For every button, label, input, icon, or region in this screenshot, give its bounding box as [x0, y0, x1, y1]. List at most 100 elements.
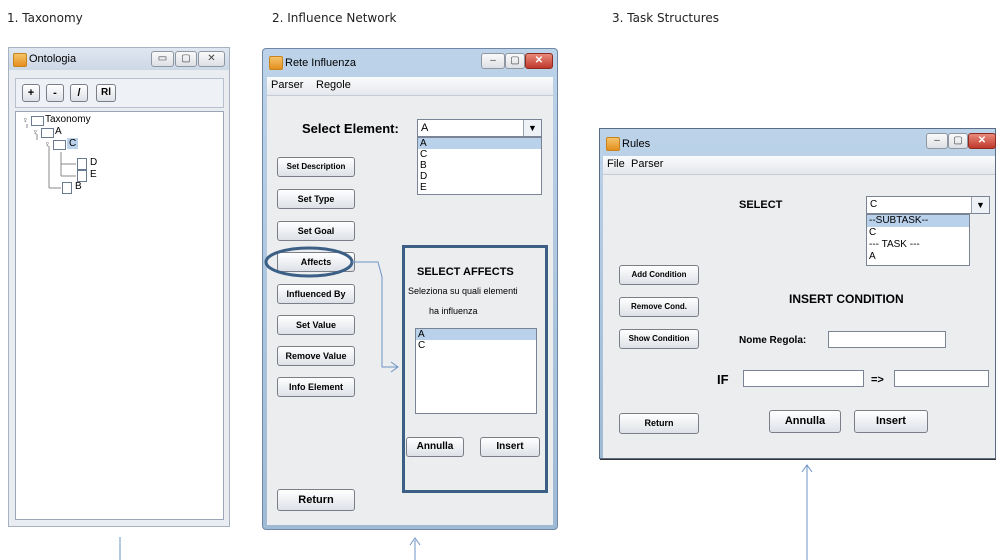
file-icon	[62, 182, 72, 194]
task-dropdown-list[interactable]: --SUBTASK-- C --- TASK --- A	[866, 214, 970, 266]
close-button[interactable]: ✕	[525, 53, 553, 69]
list-item[interactable]: --SUBTASK--	[867, 215, 969, 227]
java-icon	[13, 53, 27, 67]
list-item[interactable]: B	[418, 160, 541, 171]
menu-bar: Parser Regole	[267, 77, 553, 96]
ontologia-window: Ontologia ▭ ▢ ✕ + - / Rl ♀ Taxonomy ♀ A …	[8, 47, 230, 527]
expand-icon[interactable]: ♀	[22, 115, 29, 125]
menu-regole[interactable]: Regole	[316, 79, 351, 91]
list-item[interactable]: D	[418, 171, 541, 182]
nome-regola-input[interactable]	[828, 331, 946, 348]
caption-influence-network: 2. Influence Network	[272, 11, 397, 25]
arrow-head-icon	[801, 464, 813, 473]
list-item[interactable]: A	[416, 329, 536, 340]
dropdown-arrow-icon[interactable]: ▼	[971, 197, 989, 213]
file-icon	[77, 158, 87, 170]
expand-icon[interactable]: ♀	[44, 139, 51, 149]
java-icon	[269, 56, 283, 70]
rules-titlebar[interactable]: Rules – ▢ ✕	[600, 129, 996, 155]
if-condition-input[interactable]	[743, 370, 864, 387]
select-element-label: Select Element:	[302, 121, 399, 136]
maximize-button[interactable]: ▢	[948, 133, 968, 149]
annulla-button[interactable]: Annulla	[406, 437, 464, 457]
rename-node-button[interactable]: /	[70, 84, 88, 102]
set-goal-button[interactable]: Set Goal	[277, 221, 355, 241]
annulla-button[interactable]: Annulla	[769, 410, 841, 433]
return-button[interactable]: Return	[277, 489, 355, 511]
maximize-button[interactable]: ▢	[505, 53, 525, 69]
caption-taxonomy: 1. Taxonomy	[7, 11, 83, 25]
nome-regola-label: Nome Regola:	[739, 335, 807, 346]
show-condition-button[interactable]: Show Condition	[619, 329, 699, 349]
select-value: A	[421, 122, 429, 134]
add-condition-button[interactable]: Add Condition	[619, 265, 699, 285]
affects-list[interactable]: A C	[415, 328, 537, 414]
ontologia-titlebar[interactable]: Ontologia ▭ ▢ ✕	[9, 48, 229, 70]
select-value: C	[870, 199, 878, 210]
tree-node-b[interactable]: B	[75, 181, 82, 192]
list-item[interactable]: C	[418, 149, 541, 160]
element-select[interactable]: A ▼	[417, 119, 542, 137]
then-arrow-label: =>	[871, 374, 884, 386]
set-description-button[interactable]: Set Description	[277, 157, 355, 177]
minimize-button[interactable]: ▭	[151, 51, 174, 67]
set-value-button[interactable]: Set Value	[277, 315, 355, 335]
add-node-button[interactable]: +	[22, 84, 40, 102]
list-item[interactable]: C	[416, 340, 536, 351]
list-item[interactable]: A	[867, 251, 969, 263]
window-title: Rete Influenza	[285, 57, 356, 69]
remove-node-button[interactable]: -	[46, 84, 64, 102]
arrow-head-icon	[409, 537, 421, 546]
task-select[interactable]: C ▼	[866, 196, 990, 214]
tree-node-c[interactable]: C	[67, 138, 79, 149]
ontologia-toolbar: + - / Rl	[15, 78, 224, 108]
menu-parser[interactable]: Parser	[631, 158, 663, 170]
taxonomy-tree: ♀ Taxonomy ♀ A ♀ C D E B	[15, 111, 224, 520]
insert-button[interactable]: Insert	[854, 410, 928, 433]
then-action-input[interactable]	[894, 370, 989, 387]
close-button[interactable]: ✕	[968, 133, 996, 149]
list-item[interactable]: A	[418, 138, 541, 149]
tree-node-a[interactable]: A	[55, 126, 62, 137]
window-title: Rules	[622, 138, 651, 150]
select-affects-panel: SELECT AFFECTS Seleziona su quali elemen…	[402, 245, 548, 493]
menu-parser[interactable]: Parser	[271, 79, 303, 91]
rules-content: File Parser SELECT C ▼ --SUBTASK-- C ---…	[603, 156, 995, 458]
list-item[interactable]: C	[867, 227, 969, 239]
insert-condition-title: INSERT CONDITION	[789, 292, 904, 306]
menu-file[interactable]: File	[607, 158, 625, 170]
list-item[interactable]: E	[418, 182, 541, 193]
java-icon	[606, 137, 620, 151]
folder-icon	[31, 116, 44, 126]
expand-icon[interactable]: ♀	[32, 127, 39, 137]
maximize-button[interactable]: ▢	[175, 51, 197, 67]
if-label: IF	[717, 372, 729, 387]
window-title: Ontologia	[29, 53, 77, 65]
select-affects-text-1: Seleziona su quali elementi	[408, 286, 518, 296]
influenced-by-button[interactable]: Influenced By	[277, 284, 355, 304]
rules-window: Rules – ▢ ✕ File Parser SELECT C ▼ --SUB…	[599, 128, 996, 459]
remove-condition-button[interactable]: Remove Cond.	[619, 297, 699, 317]
set-type-button[interactable]: Set Type	[277, 189, 355, 209]
tree-node-taxonomy[interactable]: Taxonomy	[45, 114, 91, 125]
rete-titlebar[interactable]: Rete Influenza – ▢ ✕	[263, 49, 557, 75]
affects-button[interactable]: Affects	[277, 252, 355, 272]
dropdown-arrow-icon[interactable]: ▼	[523, 120, 541, 136]
tree-node-e[interactable]: E	[90, 169, 97, 180]
rules-button[interactable]: Rl	[96, 84, 116, 102]
caption-task-structures: 3. Task Structures	[612, 11, 720, 25]
tree-connectors	[26, 124, 76, 189]
return-button[interactable]: Return	[619, 413, 699, 434]
rete-content: Parser Regole Select Element: A ▼ A C B …	[267, 77, 553, 525]
minimize-button[interactable]: –	[481, 53, 505, 69]
select-affects-text-2: ha influenza	[429, 306, 478, 316]
folder-icon	[41, 128, 54, 138]
close-button[interactable]: ✕	[198, 51, 225, 67]
minimize-button[interactable]: –	[926, 133, 948, 149]
remove-value-button[interactable]: Remove Value	[277, 346, 355, 366]
element-dropdown-list[interactable]: A C B D E	[417, 137, 542, 195]
info-element-button[interactable]: Info Element	[277, 377, 355, 397]
list-item[interactable]: --- TASK ---	[867, 239, 969, 251]
insert-button[interactable]: Insert	[480, 437, 540, 457]
tree-node-d[interactable]: D	[90, 157, 97, 168]
